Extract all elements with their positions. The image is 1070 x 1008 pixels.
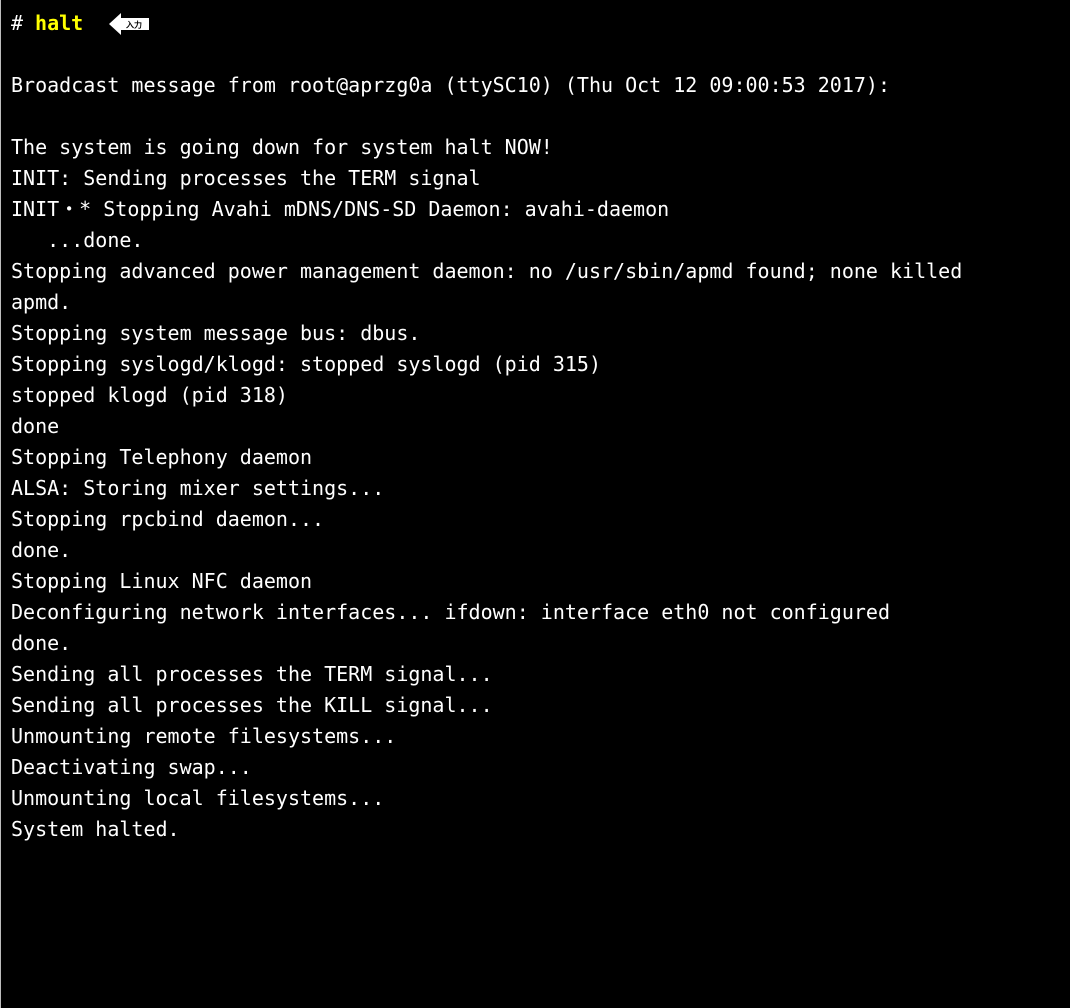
output-line: done bbox=[11, 414, 60, 438]
terminal-output: Broadcast message from root@aprzg0a (tty… bbox=[11, 39, 1070, 845]
output-line: The system is going down for system halt… bbox=[11, 135, 553, 159]
output-line: Unmounting remote filesystems... bbox=[11, 724, 397, 748]
output-line: done. bbox=[11, 538, 72, 562]
output-line: Stopping Telephony daemon bbox=[11, 445, 313, 469]
output-line: Stopping system message bus: dbus. bbox=[11, 321, 421, 345]
output-line: Stopping advanced power management daemo… bbox=[11, 259, 963, 283]
prompt-line: # halt 入力 bbox=[11, 8, 1070, 39]
output-line: Sending all processes the KILL signal... bbox=[11, 693, 493, 717]
output-line: Deactivating swap... bbox=[11, 755, 252, 779]
output-line: Broadcast message from root@aprzg0a (tty… bbox=[11, 73, 890, 97]
output-line: done. bbox=[11, 631, 72, 655]
prompt-symbol: # bbox=[11, 11, 24, 35]
enter-key-left-arrow-icon: 入力 bbox=[109, 12, 150, 35]
output-line: ALSA: Storing mixer settings... bbox=[11, 476, 385, 500]
enter-key-badge: 入力 bbox=[109, 12, 151, 35]
output-line: stopped klogd (pid 318) bbox=[11, 383, 288, 407]
output-line: ...done. bbox=[11, 228, 144, 252]
output-line: Stopping rpcbind daemon... bbox=[11, 507, 325, 531]
output-line: INIT・* Stopping Avahi mDNS/DNS-SD Daemon… bbox=[11, 197, 670, 221]
output-line: Sending all processes the TERM signal... bbox=[11, 662, 493, 686]
output-line: Stopping Linux NFC daemon bbox=[11, 569, 313, 593]
output-line: INIT: Sending processes the TERM signal bbox=[11, 166, 481, 190]
enter-badge-label: 入力 bbox=[125, 19, 142, 29]
command-text: halt bbox=[35, 11, 84, 35]
output-line: System halted. bbox=[11, 817, 180, 841]
output-line: Stopping syslogd/klogd: stopped syslogd … bbox=[11, 352, 602, 376]
terminal-window[interactable]: # halt 入力 Broadcast message from root@ap… bbox=[0, 0, 1070, 1008]
output-line: Unmounting local filesystems... bbox=[11, 786, 385, 810]
output-line: apmd. bbox=[11, 290, 72, 314]
output-line: Deconfiguring network interfaces... ifdo… bbox=[11, 600, 890, 624]
